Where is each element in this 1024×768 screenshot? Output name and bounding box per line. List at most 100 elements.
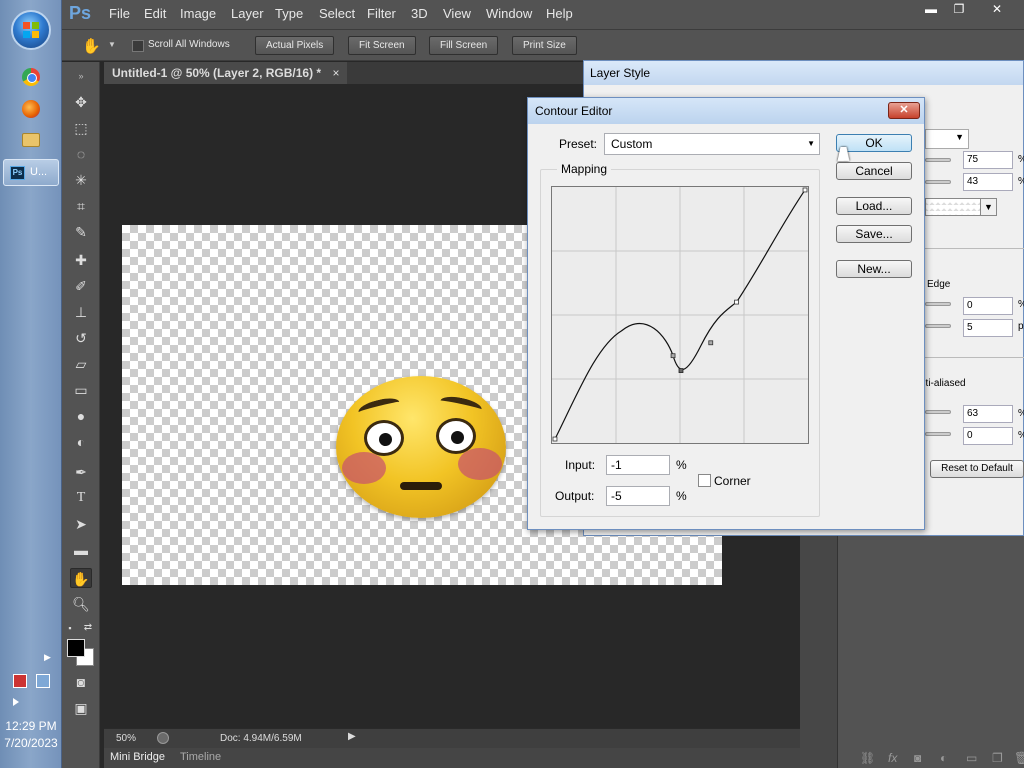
layer-style-field-2[interactable]: 43 (963, 173, 1013, 191)
clock-date: 7/20/2023 (4, 736, 58, 750)
scroll-all-windows-checkbox[interactable] (132, 40, 144, 52)
firefox-icon[interactable] (22, 100, 40, 118)
status-info-icon[interactable] (157, 732, 169, 744)
foreground-color-swatch[interactable] (67, 639, 85, 657)
link-layers-icon[interactable]: ⛓ (860, 751, 875, 765)
menu-filter[interactable]: Filter (367, 6, 396, 21)
rectangle-tool-icon[interactable]: ▬ (70, 540, 92, 560)
tab-mini-bridge[interactable]: Mini Bridge (110, 751, 165, 763)
dialog-titlebar[interactable]: Contour Editor ✕ (528, 98, 924, 124)
layer-style-field-4[interactable]: 5 (963, 319, 1013, 337)
fill-screen-button[interactable]: Fill Screen (429, 36, 499, 55)
eyedropper-tool-icon[interactable]: ✎ (70, 222, 92, 242)
delete-layer-icon[interactable]: 🗑︎ (1014, 751, 1024, 765)
menu-edit[interactable]: Edit (144, 6, 166, 21)
new-layer-icon[interactable]: ❐ (992, 751, 1003, 765)
tool-preset-chevron-icon[interactable]: ▼ (108, 40, 116, 49)
menu-type[interactable]: Type (275, 6, 303, 21)
adjustment-layer-icon[interactable]: ◐ (940, 751, 947, 765)
close-window-button[interactable]: ✕ (984, 0, 1010, 19)
menu-window[interactable]: Window (486, 6, 532, 21)
quick-mask-icon[interactable]: ◙ (70, 672, 92, 692)
marquee-tool-icon[interactable]: ⬚ (70, 118, 92, 138)
new-group-icon[interactable]: ▭ (966, 751, 977, 765)
fit-screen-button[interactable]: Fit Screen (348, 36, 416, 55)
new-button[interactable]: New... (836, 260, 912, 278)
load-button[interactable]: Load... (836, 197, 912, 215)
menu-select[interactable]: Select (319, 6, 355, 21)
zoom-tool-icon[interactable]: 🔍︎ (70, 594, 92, 614)
crop-tool-icon[interactable]: ⌗ (70, 196, 92, 216)
corner-checkbox[interactable] (698, 474, 711, 487)
show-hidden-icons-icon[interactable]: ▶ (44, 652, 51, 663)
zoom-level[interactable]: 50% (116, 733, 136, 744)
close-dialog-button[interactable]: ✕ (888, 102, 920, 119)
close-tab-icon[interactable]: × (332, 66, 339, 80)
document-tab[interactable]: Untitled-1 @ 50% (Layer 2, RGB/16) * × (104, 62, 348, 84)
lasso-tool-icon[interactable]: ◌ (70, 144, 92, 164)
reset-to-default-button[interactable]: Reset to Default (930, 460, 1024, 478)
actual-pixels-button[interactable]: Actual Pixels (255, 36, 335, 55)
chrome-icon[interactable] (22, 68, 40, 86)
cancel-button[interactable]: Cancel (836, 162, 912, 180)
contour-curve-graph[interactable] (551, 186, 809, 444)
eraser-tool-icon[interactable]: ▱ (70, 354, 92, 374)
unit-label: % (1018, 154, 1024, 165)
pen-tool-icon[interactable]: ✒ (70, 462, 92, 482)
menu-3d[interactable]: 3D (411, 6, 428, 21)
layer-style-field-5[interactable]: 63 (963, 405, 1013, 423)
minimize-button[interactable]: ▬ (918, 0, 944, 19)
restore-button[interactable]: ❐ (946, 0, 972, 19)
history-brush-tool-icon[interactable]: ↺ (70, 328, 92, 348)
start-button[interactable] (11, 10, 51, 50)
slider-track[interactable] (925, 180, 951, 184)
screen-mode-icon[interactable]: ▣ (70, 698, 92, 718)
move-tool-icon[interactable]: ✥ (70, 92, 92, 112)
swap-colors-icon[interactable]: ⇄ (82, 618, 94, 638)
system-clock[interactable]: 12:29 PM 7/20/2023 (0, 718, 62, 752)
layer-style-fx-icon[interactable]: fx (888, 751, 897, 765)
print-size-button[interactable]: Print Size (512, 36, 577, 55)
volume-muted-icon[interactable] (13, 698, 19, 706)
action-center-icon[interactable] (13, 674, 27, 688)
blur-tool-icon[interactable]: ● (70, 406, 92, 426)
hand-tool-selected-icon[interactable]: ✋ (70, 568, 92, 588)
path-selection-tool-icon[interactable]: ➤ (70, 514, 92, 534)
scroll-all-windows-label: Scroll All Windows (148, 39, 230, 50)
brush-tool-icon[interactable]: ✐ (70, 276, 92, 296)
slider-track[interactable] (925, 158, 951, 162)
default-colors-icon[interactable]: ▪ (64, 618, 76, 638)
save-button[interactable]: Save... (836, 225, 912, 243)
preset-select[interactable]: Custom ▼ (604, 133, 820, 155)
slider-track[interactable] (925, 302, 951, 306)
layer-style-field-3[interactable]: 0 (963, 297, 1013, 315)
hand-tool-icon[interactable]: ✋ (82, 37, 101, 55)
taskbar-photoshop-button[interactable]: Ps U... (3, 159, 59, 186)
type-tool-icon[interactable]: T (70, 488, 92, 508)
layer-style-field-1[interactable]: 75 (963, 151, 1013, 169)
magic-wand-tool-icon[interactable]: ✳ (70, 170, 92, 190)
gradient-tool-icon[interactable]: ▭ (70, 380, 92, 400)
menu-file[interactable]: File (109, 6, 130, 21)
healing-brush-tool-icon[interactable]: ✚ (70, 250, 92, 270)
input-field[interactable]: -1 (606, 455, 670, 475)
collapse-tools-icon[interactable]: » (70, 66, 92, 86)
menu-layer[interactable]: Layer (231, 6, 264, 21)
color-swatch-dropdown[interactable]: ▼ (925, 198, 997, 216)
layer-style-field-6[interactable]: 0 (963, 427, 1013, 445)
menu-view[interactable]: View (443, 6, 471, 21)
clone-stamp-tool-icon[interactable]: ⊥ (70, 302, 92, 322)
slider-track[interactable] (925, 324, 951, 328)
tab-timeline[interactable]: Timeline (180, 751, 221, 763)
status-menu-arrow-icon[interactable]: ▶ (348, 731, 356, 742)
menu-image[interactable]: Image (180, 6, 216, 21)
network-icon[interactable] (36, 674, 50, 688)
folder-icon[interactable] (22, 133, 40, 147)
slider-track[interactable] (925, 432, 951, 436)
contour-dropdown[interactable]: ▼ (925, 129, 969, 149)
dodge-tool-icon[interactable]: ◐ (70, 432, 92, 452)
add-mask-icon[interactable]: ◙ (914, 751, 921, 765)
menu-help[interactable]: Help (546, 6, 573, 21)
output-field[interactable]: -5 (606, 486, 670, 506)
slider-track[interactable] (925, 410, 951, 414)
